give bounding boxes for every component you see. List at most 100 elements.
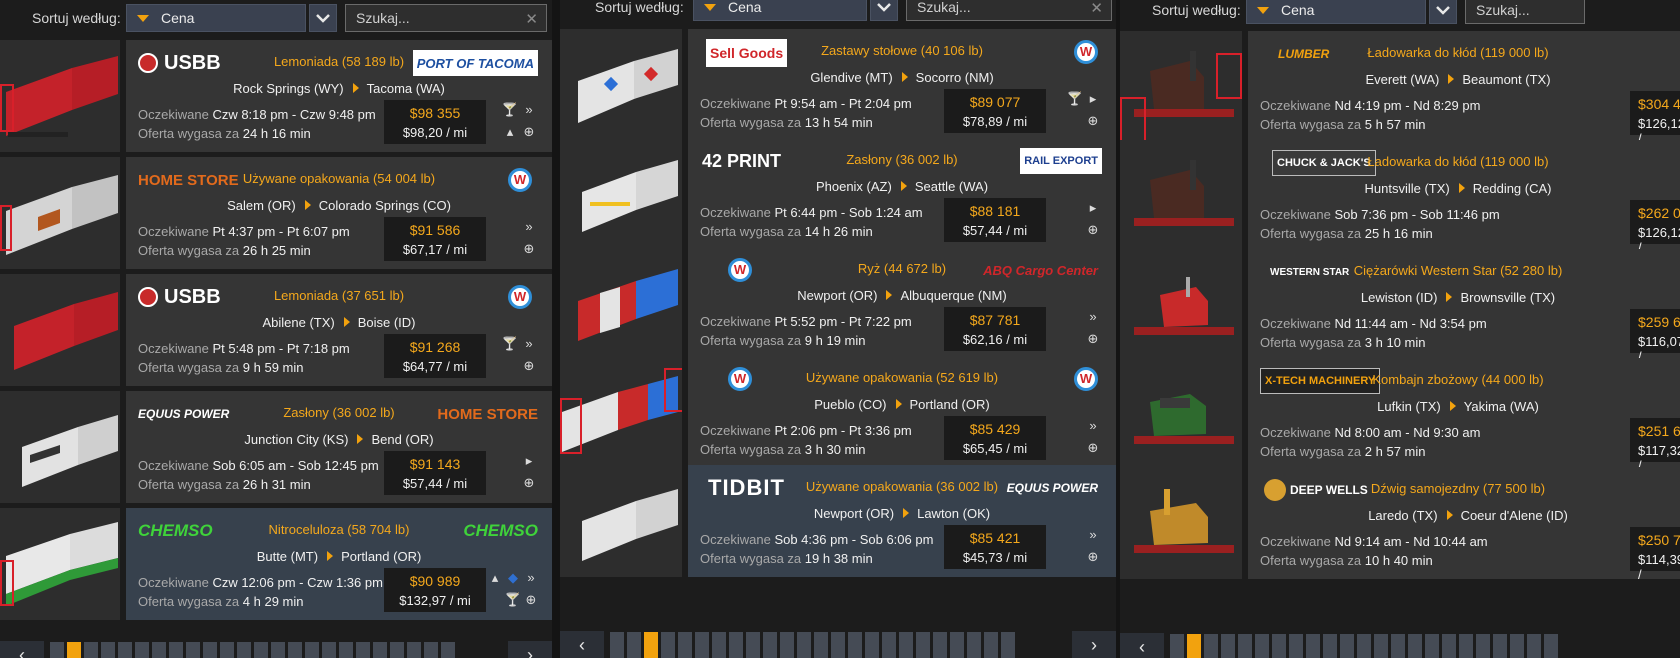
page-segment[interactable] (763, 632, 777, 658)
sort-select[interactable]: Cena (693, 0, 867, 21)
list-item[interactable]: CHUCK & JACK'S Ładowarka do kłód (119 00… (1120, 140, 1680, 255)
page-segment[interactable] (780, 632, 794, 658)
page-segment[interactable] (797, 632, 811, 658)
offer-card[interactable]: W Ryż (44 672 lb) ABQ Cargo Center Newpo… (688, 247, 1116, 359)
page-segment[interactable] (916, 632, 930, 658)
chevron-right-icon[interactable]: › (508, 641, 552, 658)
offer-card-selected[interactable]: TIDBIT Używane opakowania (36 002 lb) EQ… (688, 465, 1116, 577)
list-item[interactable]: USBB Lemoniada (37 651 lb) W Abilene (TX… (0, 274, 552, 386)
page-segment[interactable] (1170, 634, 1184, 658)
chevron-left-icon[interactable]: ‹ (1120, 633, 1164, 658)
page-segment[interactable] (814, 632, 828, 658)
list-item[interactable]: W Używane opakowania (52 619 lb) W Puebl… (560, 356, 1116, 468)
sort-order-button[interactable] (309, 4, 337, 32)
list-item[interactable]: 42 PRINT Zasłony (36 002 lb) RAIL EXPORT… (560, 138, 1116, 250)
list-item[interactable]: W Ryż (44 672 lb) ABQ Cargo Center Newpo… (560, 247, 1116, 359)
page-segment[interactable] (84, 642, 98, 658)
page-segment[interactable] (933, 632, 947, 658)
sort-select[interactable]: Cena (1246, 0, 1426, 24)
page-segment[interactable] (237, 642, 251, 658)
page-segment[interactable] (1238, 634, 1252, 658)
page-segment[interactable] (1204, 634, 1218, 658)
chevron-left-icon[interactable]: ‹ (0, 641, 44, 658)
list-item[interactable]: Sell Goods Zastawy stołowe (40 106 lb) W… (560, 29, 1116, 141)
offer-card[interactable]: X-TECH MACHINERY Kombajn zbożowy (44 000… (1248, 358, 1680, 473)
list-item[interactable]: TIDBIT Używane opakowania (36 002 lb) EQ… (560, 465, 1116, 577)
page-segment[interactable] (373, 642, 387, 658)
list-item[interactable]: CHEMSO Nitroceluloza (58 704 lb) CHEMSO … (0, 508, 552, 620)
page-segment[interactable] (984, 632, 998, 658)
page-segment[interactable] (899, 632, 913, 658)
list-item[interactable]: DEEP WELLS Dźwig samojezdny (77 500 lb) … (1120, 467, 1680, 582)
page-segment[interactable] (729, 632, 743, 658)
close-icon[interactable]: ✕ (1090, 0, 1103, 17)
page-segment[interactable] (882, 632, 896, 658)
offer-card[interactable]: W Używane opakowania (52 619 lb) W Puebl… (688, 356, 1116, 468)
page-segment[interactable] (101, 642, 115, 658)
page-segment[interactable] (1476, 634, 1490, 658)
offer-card[interactable]: 42 PRINT Zasłony (36 002 lb) RAIL EXPORT… (688, 138, 1116, 250)
page-segment-active[interactable] (644, 632, 658, 658)
offer-card[interactable]: EQUUS POWER Zasłony (36 002 lb) HOME STO… (126, 391, 552, 503)
search-input[interactable]: Szukaj... ✕ (345, 4, 547, 32)
page-segment[interactable] (152, 642, 166, 658)
page-segment[interactable] (831, 632, 845, 658)
page-segment[interactable] (1255, 634, 1269, 658)
page-segment[interactable] (1459, 634, 1473, 658)
page-segment[interactable] (1306, 634, 1320, 658)
page-segment[interactable] (169, 642, 183, 658)
page-segment[interactable] (678, 632, 692, 658)
close-icon[interactable]: ✕ (525, 10, 538, 28)
sort-order-button[interactable] (1429, 0, 1457, 24)
page-segment[interactable] (661, 632, 675, 658)
offer-card[interactable]: WESTERN STAR Ciężarówki Western Star (52… (1248, 249, 1680, 364)
list-item[interactable]: WESTERN STAR Ciężarówki Western Star (52… (1120, 249, 1680, 364)
page-segment[interactable] (1493, 634, 1507, 658)
sort-order-button[interactable] (870, 0, 898, 21)
page-segment[interactable] (627, 632, 641, 658)
list-item[interactable]: EQUUS POWER Zasłony (36 002 lb) HOME STO… (0, 391, 552, 503)
page-segment[interactable] (1425, 634, 1439, 658)
page-segment[interactable] (1391, 634, 1405, 658)
page-segment[interactable] (390, 642, 404, 658)
offer-card[interactable]: CHUCK & JACK'S Ładowarka do kłód (119 00… (1248, 140, 1680, 255)
page-segment[interactable] (339, 642, 353, 658)
page-segment[interactable] (695, 632, 709, 658)
page-segment[interactable] (356, 642, 370, 658)
page-segment[interactable] (746, 632, 760, 658)
page-segment[interactable] (1340, 634, 1354, 658)
page-segment[interactable] (610, 632, 624, 658)
page-segment[interactable] (407, 642, 421, 658)
page-segment[interactable] (271, 642, 285, 658)
page-segment[interactable] (1289, 634, 1303, 658)
offer-card-selected[interactable]: CHEMSO Nitroceluloza (58 704 lb) CHEMSO … (126, 508, 552, 620)
list-item[interactable]: USBB Lemoniada (58 189 lb) PORT OF TACOM… (0, 40, 552, 152)
page-segment-active[interactable] (67, 642, 81, 658)
page-segment[interactable] (118, 642, 132, 658)
page-segment[interactable] (424, 642, 438, 658)
search-input[interactable]: Szukaj... (1465, 0, 1585, 24)
page-segment[interactable] (322, 642, 336, 658)
page-segment[interactable] (950, 632, 964, 658)
page-segment[interactable] (1357, 634, 1371, 658)
page-segment[interactable] (865, 632, 879, 658)
offer-card[interactable]: DEEP WELLS Dźwig samojezdny (77 500 lb) … (1248, 467, 1680, 582)
offer-card[interactable]: USBB Lemoniada (37 651 lb) W Abilene (TX… (126, 274, 552, 386)
page-segment[interactable] (1001, 632, 1015, 658)
page-segment[interactable] (288, 642, 302, 658)
page-segment[interactable] (254, 642, 268, 658)
page-segment[interactable] (1323, 634, 1337, 658)
page-segment[interactable] (1442, 634, 1456, 658)
offer-card[interactable]: HOME STORE Używane opakowania (54 004 lb… (126, 157, 552, 269)
page-segment[interactable] (712, 632, 726, 658)
page-segment[interactable] (135, 642, 149, 658)
offer-card[interactable]: USBB Lemoniada (58 189 lb) PORT OF TACOM… (126, 40, 552, 152)
page-segment[interactable] (848, 632, 862, 658)
page-segment[interactable] (1374, 634, 1388, 658)
page-segment[interactable] (1544, 634, 1558, 658)
page-segment[interactable] (203, 642, 217, 658)
page-segment[interactable] (1272, 634, 1286, 658)
page-segment[interactable] (1527, 634, 1541, 658)
page-segment[interactable] (1510, 634, 1524, 658)
list-item[interactable]: X-TECH MACHINERY Kombajn zbożowy (44 000… (1120, 358, 1680, 473)
